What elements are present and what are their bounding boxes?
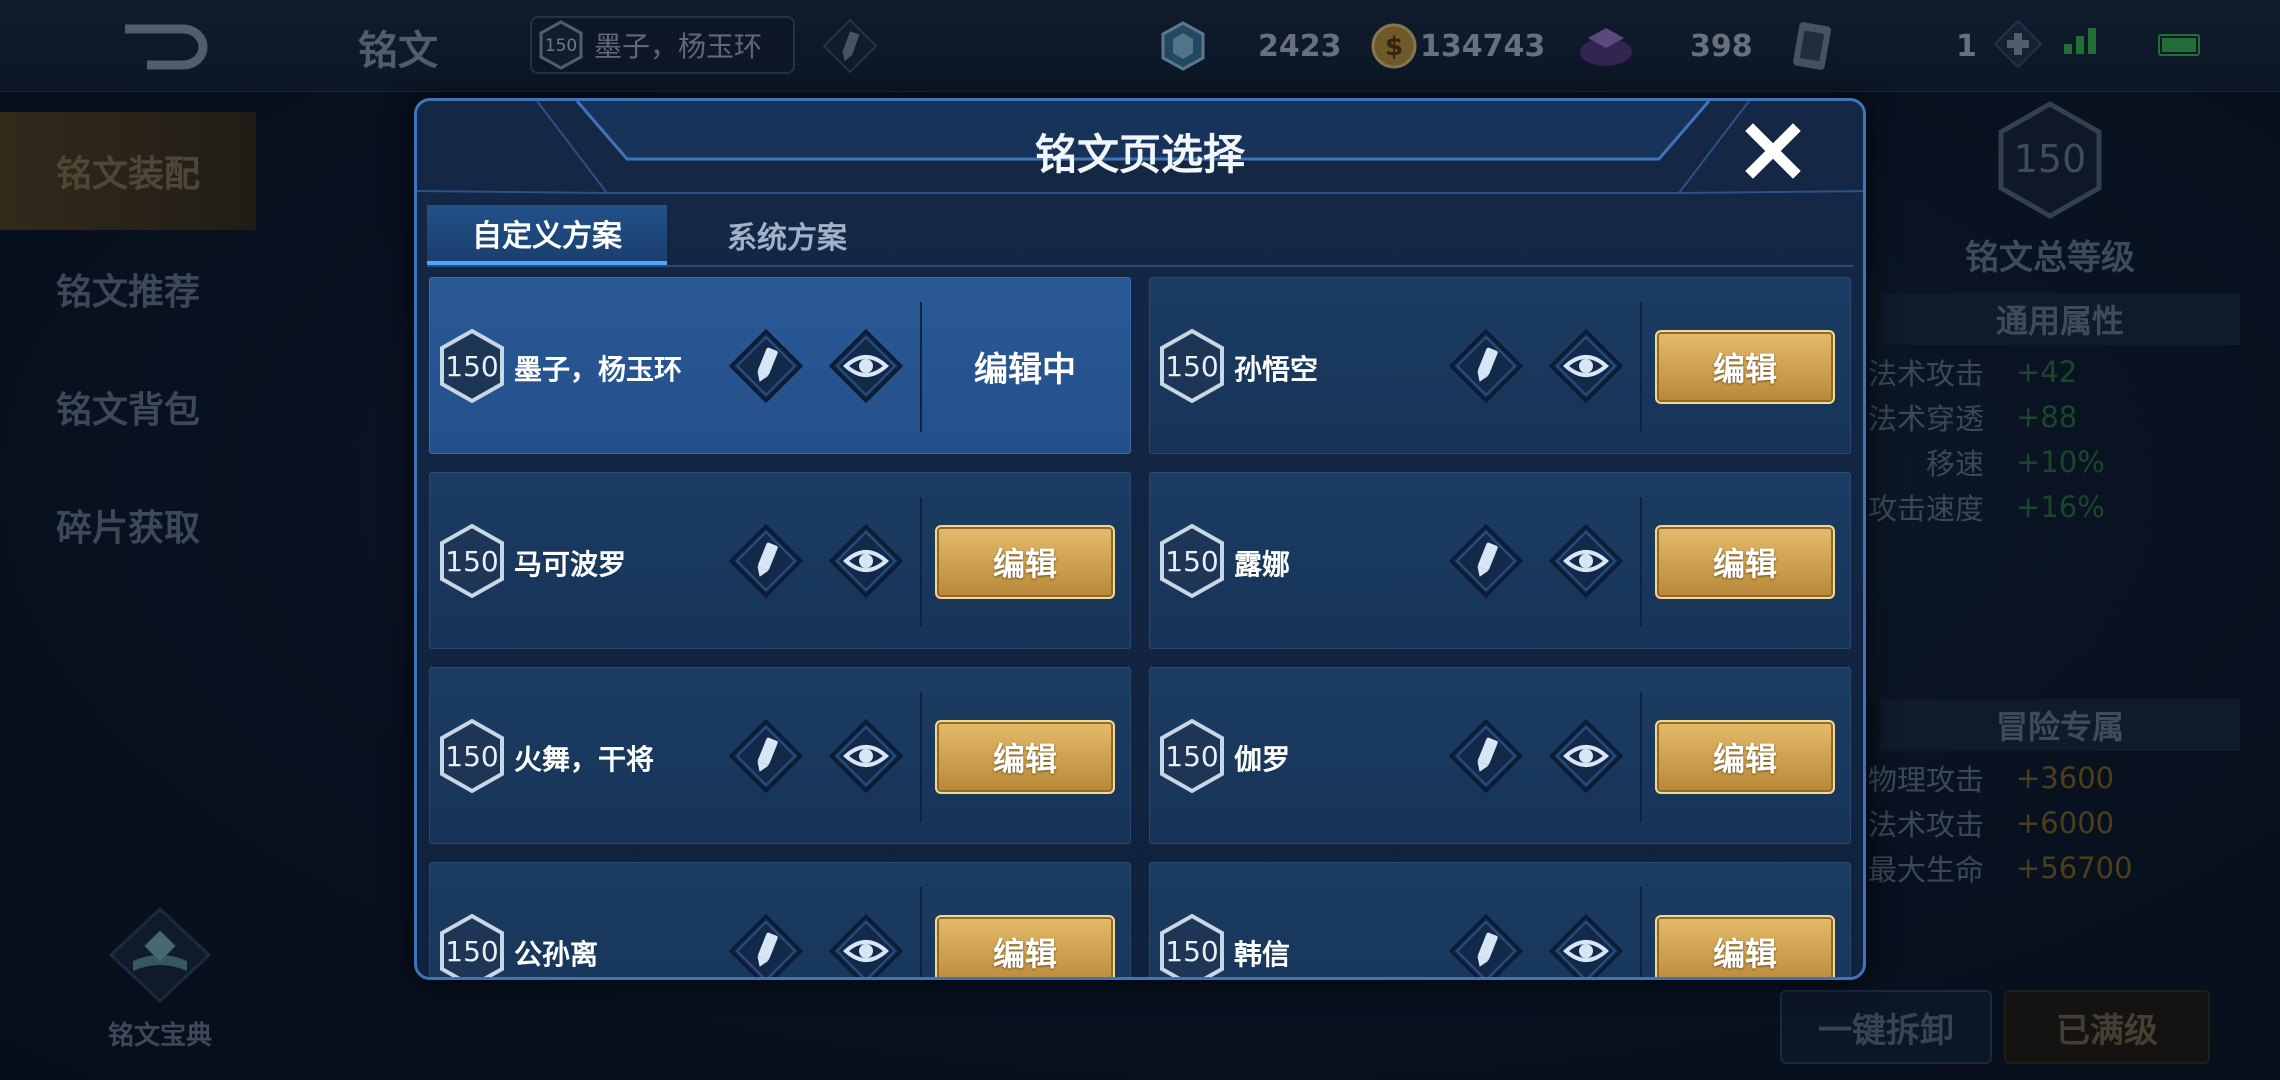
level-hex-icon: 150 xyxy=(1160,328,1224,404)
rune-page-name: 马可波罗 xyxy=(514,548,627,581)
rune-page-card[interactable]: 150 公孙离 编辑 xyxy=(429,862,1131,977)
svg-text:150: 150 xyxy=(1165,350,1218,383)
edit-button[interactable]: 编辑 xyxy=(935,915,1115,977)
card-divider xyxy=(1640,887,1642,977)
svg-text:150: 150 xyxy=(445,545,498,578)
rune-page-name: 露娜 xyxy=(1234,548,1291,581)
pencil-icon xyxy=(728,718,804,794)
rename-page-button[interactable] xyxy=(1448,328,1524,408)
rune-page-name: 伽罗 xyxy=(1234,743,1291,776)
level-hex-icon: 150 xyxy=(1160,913,1224,977)
rename-page-button[interactable] xyxy=(728,328,804,408)
card-divider xyxy=(920,692,922,822)
eye-icon xyxy=(1548,328,1624,404)
rune-page-name: 墨子，杨玉环 xyxy=(514,353,683,386)
rune-page-card[interactable]: 150 马可波罗 编辑 xyxy=(429,472,1131,649)
preview-page-button[interactable] xyxy=(1548,523,1624,603)
preview-page-button[interactable] xyxy=(1548,913,1624,977)
card-divider xyxy=(920,887,922,977)
rune-page-card[interactable]: 150 韩信 编辑 xyxy=(1149,862,1851,977)
edit-button[interactable]: 编辑 xyxy=(935,525,1115,599)
eye-icon xyxy=(828,328,904,404)
level-hex-icon: 150 xyxy=(1160,523,1224,599)
level-hex-icon: 150 xyxy=(1160,718,1224,794)
eye-icon xyxy=(828,523,904,599)
svg-text:150: 150 xyxy=(1165,935,1218,968)
eye-icon xyxy=(1548,913,1624,977)
preview-page-button[interactable] xyxy=(828,328,904,408)
level-hex-icon: 150 xyxy=(440,523,504,599)
pencil-icon xyxy=(728,523,804,599)
rune-page-card[interactable]: 150 伽罗 编辑 xyxy=(1149,667,1851,844)
rune-page-name: 公孙离 xyxy=(514,938,599,971)
pencil-icon xyxy=(1448,718,1524,794)
rune-page-card[interactable]: 150 露娜 编辑 xyxy=(1149,472,1851,649)
card-divider xyxy=(1640,497,1642,627)
editing-status-label: 编辑中 xyxy=(974,350,1076,390)
rune-page-card[interactable]: 150 墨子，杨玉环 编辑中 xyxy=(429,277,1131,454)
tab-system-plans[interactable]: 系统方案 xyxy=(667,205,907,265)
rename-page-button[interactable] xyxy=(1448,913,1524,977)
eye-icon xyxy=(1548,523,1624,599)
svg-text:150: 150 xyxy=(1165,545,1218,578)
close-icon xyxy=(1745,123,1801,179)
svg-text:150: 150 xyxy=(1165,740,1218,773)
rename-page-button[interactable] xyxy=(728,718,804,798)
level-hex-icon: 150 xyxy=(440,913,504,977)
rename-page-button[interactable] xyxy=(1448,718,1524,798)
rename-page-button[interactable] xyxy=(728,523,804,603)
tab-custom-plans[interactable]: 自定义方案 xyxy=(427,205,667,265)
pencil-icon xyxy=(728,328,804,404)
tab-divider xyxy=(427,265,1853,267)
card-divider xyxy=(920,497,922,627)
pencil-icon xyxy=(1448,328,1524,404)
rune-page-name: 韩信 xyxy=(1234,938,1291,971)
rune-page-grid: 150 墨子，杨玉环 编辑中 150 孙悟空 编辑 150 马可波罗 编辑 15… xyxy=(429,277,1857,977)
dialog-title: 铭文页选择 xyxy=(1034,130,1245,179)
plan-tabs: 自定义方案 系统方案 xyxy=(427,205,907,265)
svg-text:150: 150 xyxy=(445,740,498,773)
eye-icon xyxy=(828,913,904,977)
edit-button[interactable]: 编辑 xyxy=(1655,915,1835,977)
card-divider xyxy=(1640,302,1642,432)
preview-page-button[interactable] xyxy=(828,718,904,798)
rename-page-button[interactable] xyxy=(728,913,804,977)
eye-icon xyxy=(1548,718,1624,794)
rune-page-name: 火舞，干将 xyxy=(514,743,655,776)
rune-page-select-dialog: 铭文页选择 自定义方案 系统方案 150 墨子，杨玉环 编辑中 150 孙悟空 … xyxy=(414,98,1866,980)
level-hex-icon: 150 xyxy=(440,718,504,794)
close-button[interactable] xyxy=(1743,121,1803,181)
dialog-header: 铭文页选择 xyxy=(417,101,1863,194)
edit-button[interactable]: 编辑 xyxy=(1655,330,1835,404)
svg-text:150: 150 xyxy=(445,935,498,968)
edit-button[interactable]: 编辑 xyxy=(935,720,1115,794)
preview-page-button[interactable] xyxy=(828,523,904,603)
preview-page-button[interactable] xyxy=(1548,328,1624,408)
eye-icon xyxy=(828,718,904,794)
rune-page-card[interactable]: 150 火舞，干将 编辑 xyxy=(429,667,1131,844)
pencil-icon xyxy=(728,913,804,977)
edit-button[interactable]: 编辑 xyxy=(1655,525,1835,599)
preview-page-button[interactable] xyxy=(1548,718,1624,798)
edit-button[interactable]: 编辑 xyxy=(1655,720,1835,794)
preview-page-button[interactable] xyxy=(828,913,904,977)
rune-page-card[interactable]: 150 孙悟空 编辑 xyxy=(1149,277,1851,454)
pencil-icon xyxy=(1448,523,1524,599)
pencil-icon xyxy=(1448,913,1524,977)
svg-text:150: 150 xyxy=(445,350,498,383)
card-divider xyxy=(1640,692,1642,822)
rune-page-name: 孙悟空 xyxy=(1234,353,1319,386)
rename-page-button[interactable] xyxy=(1448,523,1524,603)
card-divider xyxy=(920,302,922,432)
level-hex-icon: 150 xyxy=(440,328,504,404)
